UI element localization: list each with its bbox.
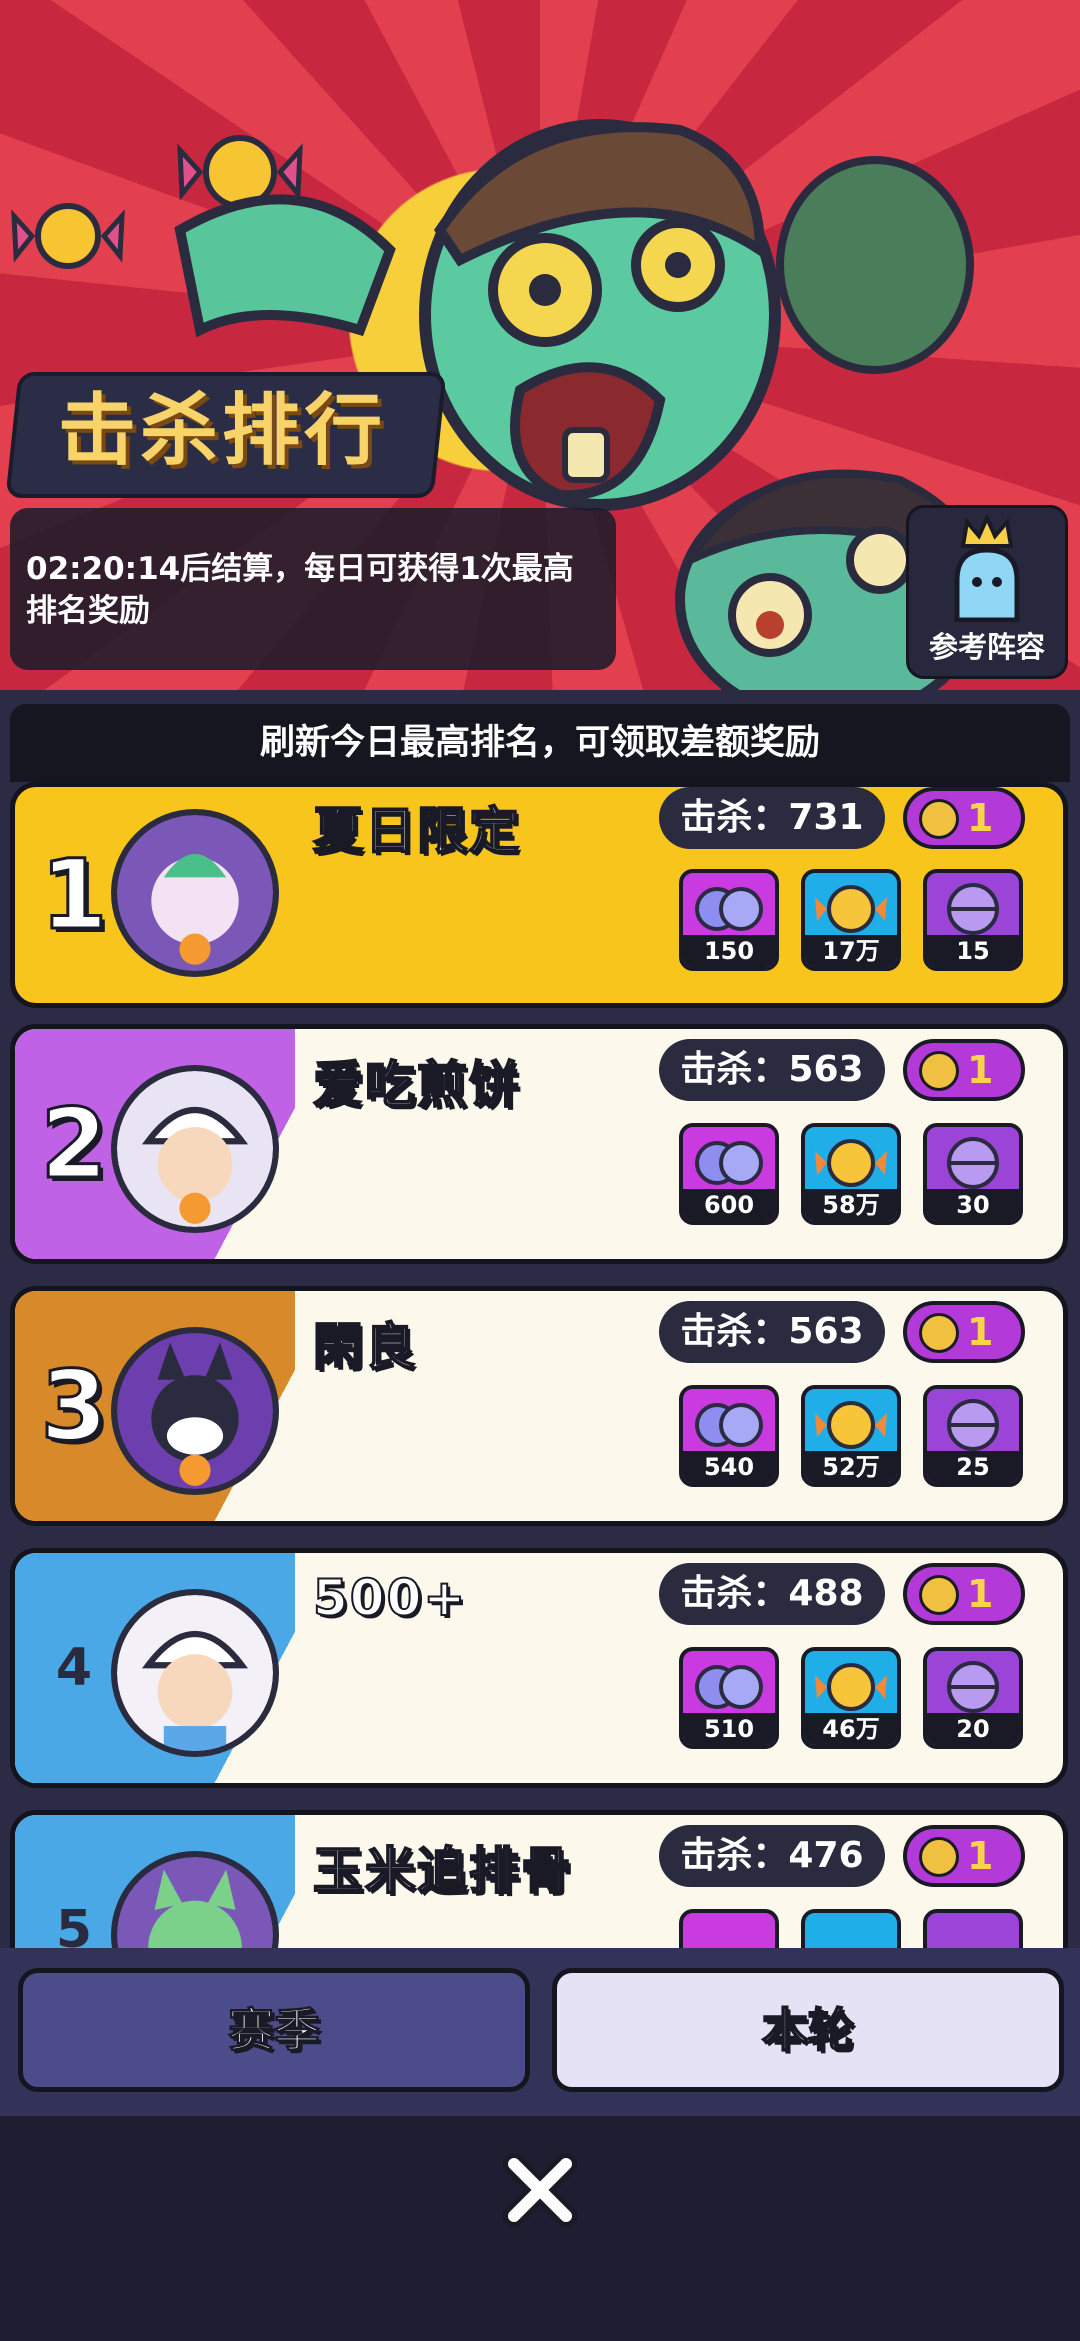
capsule-icon (947, 883, 999, 935)
reward-coin[interactable]: 17万 (801, 869, 901, 971)
skull-badge: 1 (903, 1301, 1025, 1363)
badge-count: 1 (967, 1048, 994, 1092)
capsule-icon (947, 1661, 999, 1713)
tab-round[interactable]: 本轮 (552, 1968, 1064, 2092)
reward-gem[interactable]: 540 (679, 1385, 779, 1487)
close-icon[interactable] (500, 2150, 580, 2230)
badge-count: 1 (967, 796, 994, 840)
reward-count: 52万 (805, 1451, 897, 1483)
rank-number: 4 (55, 1638, 93, 1698)
reward-gem[interactable] (679, 1909, 779, 1948)
capsule-icon (947, 1399, 999, 1451)
avatar (111, 809, 279, 977)
avatar (111, 1327, 279, 1495)
skull-badge: 1 (903, 787, 1025, 849)
timer-text: 02:20:14后结算，每日可获得1次最高排名奖励 (26, 551, 574, 629)
reward-count: 540 (683, 1451, 775, 1483)
avatar (111, 1065, 279, 1233)
reward-count: 30 (927, 1189, 1019, 1221)
kill-count: 击杀：563 (659, 1301, 885, 1363)
reward-count: 46万 (805, 1713, 897, 1745)
avatar (111, 1589, 279, 1757)
skull-icon (919, 1837, 959, 1877)
player-name: 夏日限定 (312, 801, 521, 861)
reward-count: 150 (683, 935, 775, 967)
reward-capsule[interactable]: 25 (923, 1385, 1023, 1487)
skull-icon (919, 1051, 959, 1091)
reward-count: 58万 (805, 1189, 897, 1221)
badge-count: 1 (967, 1310, 994, 1354)
kill-count: 击杀：731 (659, 787, 885, 849)
gem-icon (695, 1665, 763, 1709)
coin-icon (815, 1401, 887, 1449)
tab-season[interactable]: 赛季 (18, 1968, 530, 2092)
reward-capsule[interactable]: 30 (923, 1123, 1023, 1225)
reward-gem[interactable]: 510 (679, 1647, 779, 1749)
kill-count: 击杀：488 (659, 1563, 885, 1625)
reward-count: 17万 (805, 935, 897, 967)
tab-bar: 赛季 本轮 (0, 1948, 1080, 2116)
capsule-icon (947, 1137, 999, 1189)
skull-icon (919, 799, 959, 839)
reference-lineup-label: 参考阵容 (928, 630, 1045, 664)
reward-coin[interactable] (801, 1909, 901, 1948)
skull-badge: 1 (903, 1039, 1025, 1101)
reward-count: 15 (927, 935, 1019, 967)
banner: 击杀排行 02:20:14后结算，每日可获得1次最高排名奖励 参考阵容 (0, 0, 1080, 690)
player-name: 500+ (312, 1568, 468, 1628)
gem-icon (695, 887, 763, 931)
rank-number: 2 (39, 1087, 109, 1202)
reward-coin[interactable]: 58万 (801, 1123, 901, 1225)
reward-coin[interactable]: 46万 (801, 1647, 901, 1749)
badge-count: 1 (967, 1572, 994, 1616)
skull-badge: 1 (903, 1563, 1025, 1625)
ghost-icon (954, 547, 1020, 622)
rank-number: 3 (39, 1349, 109, 1464)
notice-banner: 刷新今日最高排名，可领取差额奖励 (10, 704, 1070, 782)
list-item[interactable]: 2 爱吃煎饼 击杀：563 1 600 58万 30 (10, 1024, 1068, 1264)
gem-icon (695, 1141, 763, 1185)
player-name: 玉米追排骨 (312, 1841, 573, 1901)
page-title: 击杀排行 (58, 386, 387, 476)
reward-count: 510 (683, 1713, 775, 1745)
list-item[interactable]: 4 500+ 击杀：488 1 510 46万 20 (10, 1548, 1068, 1788)
coin-icon (815, 1139, 887, 1187)
kill-count: 击杀：563 (659, 1039, 885, 1101)
reward-count: 20 (927, 1713, 1019, 1745)
skull-badge: 1 (903, 1825, 1025, 1887)
rank-number: 1 (39, 838, 109, 953)
reward-count: 600 (683, 1189, 775, 1221)
settlement-timer: 02:20:14后结算，每日可获得1次最高排名奖励 (10, 508, 616, 670)
reward-capsule[interactable]: 15 (923, 869, 1023, 971)
list-item[interactable]: 5 玉米追排骨 击杀：476 1 (10, 1810, 1068, 1948)
reference-lineup-button[interactable]: 参考阵容 (906, 505, 1068, 679)
reward-gem[interactable]: 150 (679, 869, 779, 971)
skull-icon (919, 1575, 959, 1615)
coin-icon (815, 885, 887, 933)
reward-capsule[interactable]: 20 (923, 1647, 1023, 1749)
list-item[interactable]: 3 閑良 击杀：563 1 540 52万 25 (10, 1286, 1068, 1526)
player-name: 閑良 (312, 1317, 417, 1377)
kill-count: 击杀：476 (659, 1825, 885, 1887)
reward-count: 25 (927, 1451, 1019, 1483)
gem-icon (695, 1403, 763, 1447)
skull-icon (919, 1313, 959, 1353)
reward-coin[interactable]: 52万 (801, 1385, 901, 1487)
list-item[interactable]: 1 夏日限定 击杀：731 1 150 17万 15 (10, 782, 1068, 1008)
player-name: 爱吃煎饼 (312, 1055, 521, 1115)
reward-capsule[interactable] (923, 1909, 1023, 1948)
badge-count: 1 (967, 1834, 994, 1878)
close-area (0, 2116, 1080, 2341)
rank-number: 5 (55, 1900, 93, 1948)
leaderboard-list[interactable]: 刷新今日最高排名，可领取差额奖励 1 夏日限定 击杀：731 1 150 17万… (0, 690, 1080, 1948)
coin-icon (815, 1663, 887, 1711)
reward-gem[interactable]: 600 (679, 1123, 779, 1225)
